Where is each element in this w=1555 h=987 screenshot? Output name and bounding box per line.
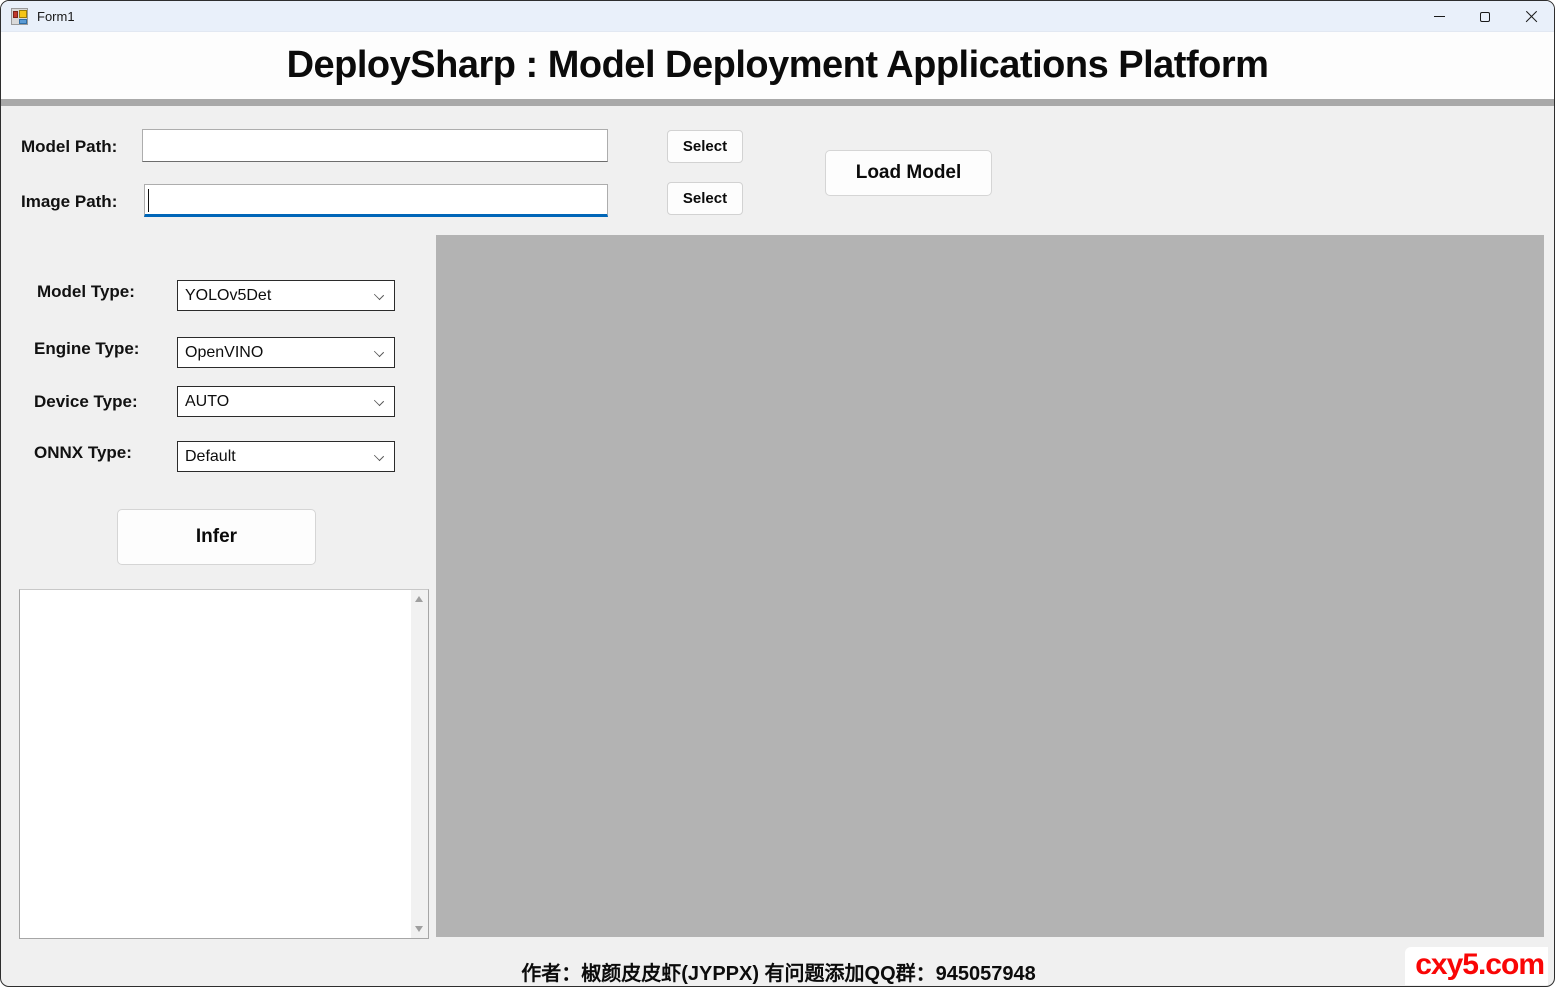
chevron-down-icon xyxy=(374,451,384,461)
engine-type-label: Engine Type: xyxy=(34,339,139,359)
image-display-canvas xyxy=(436,235,1544,937)
image-path-label: Image Path: xyxy=(21,192,117,212)
scroll-down-icon[interactable] xyxy=(415,926,423,932)
image-path-input[interactable] xyxy=(144,184,608,217)
infer-button[interactable]: Infer xyxy=(117,509,316,565)
watermark: cxy5.com xyxy=(1405,947,1548,985)
app-window: Form1 DeploySharp : Model Deployment App… xyxy=(0,0,1555,987)
model-type-label: Model Type: xyxy=(37,282,135,302)
minimize-button[interactable] xyxy=(1416,1,1462,32)
footer-credit: 作者：椒颜皮皮虾(JYPPX) 有问题添加QQ群：945057948 xyxy=(1,957,1555,986)
maximize-icon xyxy=(1480,12,1490,22)
header: DeploySharp : Model Deployment Applicati… xyxy=(1,32,1554,99)
title-bar: Form1 xyxy=(1,1,1554,32)
model-path-input[interactable] xyxy=(142,129,608,162)
engine-type-value: OpenVINO xyxy=(185,344,263,362)
close-icon xyxy=(1525,10,1538,23)
engine-type-select[interactable]: OpenVINO xyxy=(177,337,395,368)
model-path-label: Model Path: xyxy=(21,137,117,157)
minimize-icon xyxy=(1434,16,1445,17)
image-path-select-button[interactable]: Select xyxy=(667,182,743,215)
chevron-down-icon xyxy=(374,347,384,357)
page-title: DeploySharp : Model Deployment Applicati… xyxy=(287,44,1269,87)
window-title: Form1 xyxy=(37,9,75,24)
onnx-type-value: Default xyxy=(185,448,236,466)
log-listbox[interactable] xyxy=(19,589,429,939)
scroll-up-icon[interactable] xyxy=(415,596,423,602)
model-path-select-button[interactable]: Select xyxy=(667,130,743,163)
device-type-select[interactable]: AUTO xyxy=(177,386,395,417)
maximize-button[interactable] xyxy=(1462,1,1508,32)
onnx-type-select[interactable]: Default xyxy=(177,441,395,472)
log-scrollbar[interactable] xyxy=(411,590,428,938)
close-button[interactable] xyxy=(1508,1,1554,32)
device-type-label: Device Type: xyxy=(34,392,138,412)
device-type-value: AUTO xyxy=(185,393,229,411)
onnx-type-label: ONNX Type: xyxy=(34,443,132,463)
load-model-button[interactable]: Load Model xyxy=(825,150,992,196)
chevron-down-icon xyxy=(374,396,384,406)
model-type-select[interactable]: YOLOv5Det xyxy=(177,280,395,311)
text-caret xyxy=(148,189,149,212)
model-type-value: YOLOv5Det xyxy=(185,287,271,305)
header-separator xyxy=(1,99,1554,106)
app-icon xyxy=(11,8,28,25)
chevron-down-icon xyxy=(374,290,384,300)
